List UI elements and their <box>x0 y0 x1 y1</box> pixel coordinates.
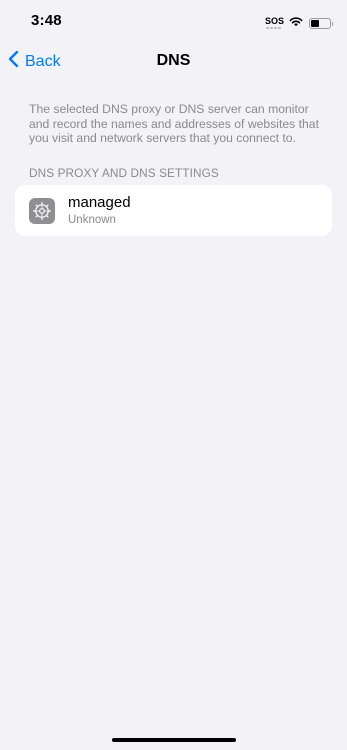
status-time: 3:48 <box>31 12 62 29</box>
dns-settings-item[interactable]: managed Unknown <box>15 185 332 236</box>
status-bar: 3:48 SOS <box>0 0 347 44</box>
signal-dots-icon <box>266 26 281 29</box>
page-title: DNS <box>156 52 191 69</box>
navigation-bar: Back DNS <box>0 44 347 80</box>
sos-label: SOS <box>265 15 285 26</box>
dns-description: The selected DNS proxy or DNS server can… <box>29 102 319 146</box>
home-indicator[interactable] <box>111 738 236 742</box>
gear-icon <box>29 198 55 224</box>
item-title: managed <box>68 194 131 211</box>
item-subtitle: Unknown <box>68 214 116 226</box>
section-header: DNS PROXY AND DNS SETTINGS <box>29 166 219 180</box>
battery-fill <box>311 19 320 27</box>
battery-icon <box>309 17 333 29</box>
status-indicators: SOS <box>265 14 333 32</box>
wifi-icon <box>289 14 303 32</box>
sos-indicator: SOS <box>265 15 285 30</box>
